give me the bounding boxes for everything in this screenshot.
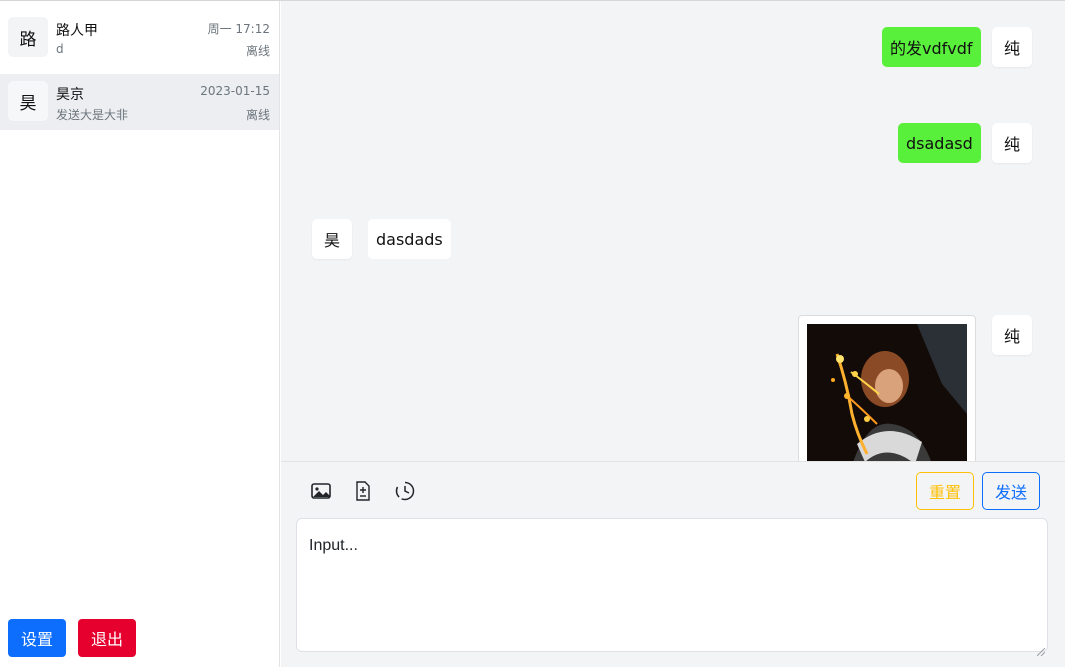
avatar[interactable]: 纯 [992,27,1032,67]
send-button[interactable]: 发送 [982,472,1040,510]
contact-sidebar: 路 路人甲 d 周一 17:12 离线 昊 昊京 发送大是大非 2023-01-… [0,1,280,667]
contact-status: 离线 [245,44,270,58]
settings-button[interactable]: 设置 [8,619,66,657]
contact-item-lurenjia[interactable]: 路 路人甲 d 周一 17:12 离线 [0,10,279,66]
contact-name: 路人甲 [56,23,98,39]
message-image-card[interactable] [798,315,976,461]
avatar: 昊 [8,81,48,121]
resize-grip-icon[interactable] [1036,641,1046,657]
message-bubble-received[interactable]: dasdads [368,219,451,259]
message-bubble-sent[interactable]: dsadasd [898,123,981,163]
contact-last-message: d [56,42,64,56]
file-diff-icon[interactable] [352,480,374,502]
contact-status: 离线 [245,108,270,122]
avatar[interactable]: 昊 [312,219,352,259]
message-image-art [807,324,967,461]
contact-last-message: 发送大是大非 [56,108,129,122]
avatar[interactable]: 纯 [992,123,1032,163]
contact-name: 昊京 [56,87,84,103]
reset-button[interactable]: 重置 [916,472,974,510]
contact-time: 2023-01-15 [200,84,270,98]
chat-message-area[interactable]: 的发vdfvdf 纯 dsadasd 纯 昊 dasdads 纯 [281,1,1065,461]
image-icon[interactable] [310,480,332,502]
contact-time: 周一 17:12 [207,22,270,36]
message-composer: 重置 发送 [281,461,1065,667]
avatar[interactable]: 纯 [992,315,1032,355]
message-bubble-sent[interactable]: 的发vdfvdf [882,27,981,67]
clock-history-icon[interactable] [394,480,416,502]
message-input[interactable] [296,518,1048,652]
avatar: 路 [8,17,48,57]
contact-item-haojing[interactable]: 昊 昊京 发送大是大非 2023-01-15 离线 [0,74,279,130]
logout-button[interactable]: 退出 [78,619,136,657]
message-image[interactable] [807,324,967,461]
